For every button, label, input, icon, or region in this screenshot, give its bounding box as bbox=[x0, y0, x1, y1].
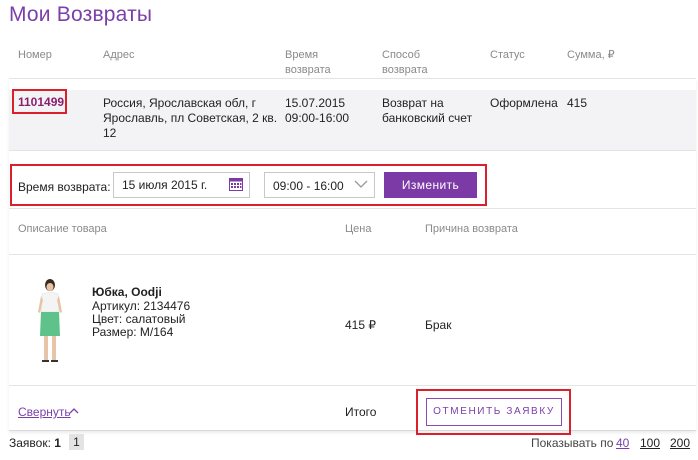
product-image bbox=[38, 279, 62, 362]
header-reason: Причина возврата bbox=[425, 223, 518, 235]
order-method-line: Возврат на bbox=[382, 96, 444, 110]
divider bbox=[9, 150, 696, 151]
divider bbox=[9, 385, 696, 386]
chevron-down-icon[interactable] bbox=[354, 180, 368, 189]
product-article-value: 2134476 bbox=[143, 299, 191, 313]
requests-count-label: Заявок: bbox=[9, 436, 51, 450]
order-address-line: 12 bbox=[103, 126, 117, 140]
product-article: Артикул: 2134476 bbox=[92, 299, 190, 313]
product-color: Цвет: салатовый bbox=[92, 312, 185, 326]
change-button[interactable]: Изменить bbox=[384, 172, 477, 198]
header-return-time: Время возврата bbox=[285, 48, 331, 78]
header-status: Статус bbox=[490, 49, 525, 61]
total-label: Итого bbox=[345, 405, 377, 419]
header-return-method: Способ возврата bbox=[382, 48, 428, 78]
order-number-link[interactable]: 1101499 bbox=[18, 95, 64, 109]
requests-count: Заявок: 1 bbox=[9, 436, 61, 450]
collapse-link[interactable]: Свернуть bbox=[18, 405, 71, 419]
header-number: Номер bbox=[18, 49, 52, 61]
chevron-up-icon[interactable] bbox=[69, 407, 79, 414]
header-return-time-line2: возврата bbox=[285, 64, 331, 76]
product-price: 415 ₽ bbox=[345, 318, 376, 332]
header-return-method-line2: возврата bbox=[382, 64, 428, 76]
per-page-option-40[interactable]: 40 bbox=[616, 436, 629, 450]
header-description: Описание товара bbox=[18, 223, 107, 235]
product-color-value: салатовый bbox=[125, 312, 186, 326]
product-name: Юбка, Oodji bbox=[92, 285, 162, 299]
header-price: Цена bbox=[345, 223, 372, 235]
divider bbox=[9, 254, 696, 255]
header-return-method-line1: Способ bbox=[382, 49, 421, 61]
product-reason: Брак bbox=[425, 318, 452, 332]
order-method-line: банковский счет bbox=[382, 111, 473, 125]
per-page-option-200[interactable]: 200 bbox=[670, 436, 690, 450]
order-return-time: 15.07.2015 09:00-16:00 bbox=[285, 96, 349, 126]
per-page-option-100[interactable]: 100 bbox=[640, 436, 660, 450]
calendar-icon[interactable] bbox=[229, 177, 243, 191]
order-date: 15.07.2015 bbox=[285, 96, 346, 110]
cancel-request-button[interactable]: ОТМЕНИТЬ ЗАЯВКУ bbox=[426, 398, 562, 426]
header-address: Адрес bbox=[103, 49, 135, 61]
order-address-line: Россия, Ярославская обл, г bbox=[103, 96, 257, 110]
page-number[interactable]: 1 bbox=[69, 434, 84, 450]
page-title: Мои Возвраты bbox=[9, 3, 153, 26]
product-article-label: Артикул: bbox=[92, 299, 141, 313]
divider bbox=[9, 208, 696, 209]
return-time-label: Время возврата: bbox=[18, 180, 111, 194]
order-address-line: Ярославль, пл Советская, 2 кв. bbox=[103, 111, 278, 125]
order-status: Оформлена bbox=[490, 96, 558, 110]
product-size: Размер: M/164 bbox=[92, 325, 173, 339]
requests-count-value: 1 bbox=[54, 436, 61, 450]
order-sum: 415 bbox=[567, 96, 588, 110]
product-color-label: Цвет: bbox=[92, 312, 123, 326]
product-size-label: Размер: bbox=[92, 325, 137, 339]
show-per-page-label: Показывать по bbox=[531, 436, 614, 450]
order-return-method: Возврат на банковский счет bbox=[382, 96, 472, 126]
product-size-value: M/164 bbox=[139, 325, 174, 339]
order-address: Россия, Ярославская обл, г Ярославль, пл… bbox=[103, 96, 277, 141]
header-return-time-line1: Время bbox=[285, 49, 319, 61]
order-time: 09:00-16:00 bbox=[285, 111, 350, 125]
header-sum: Сумма, ₽ bbox=[567, 49, 615, 61]
